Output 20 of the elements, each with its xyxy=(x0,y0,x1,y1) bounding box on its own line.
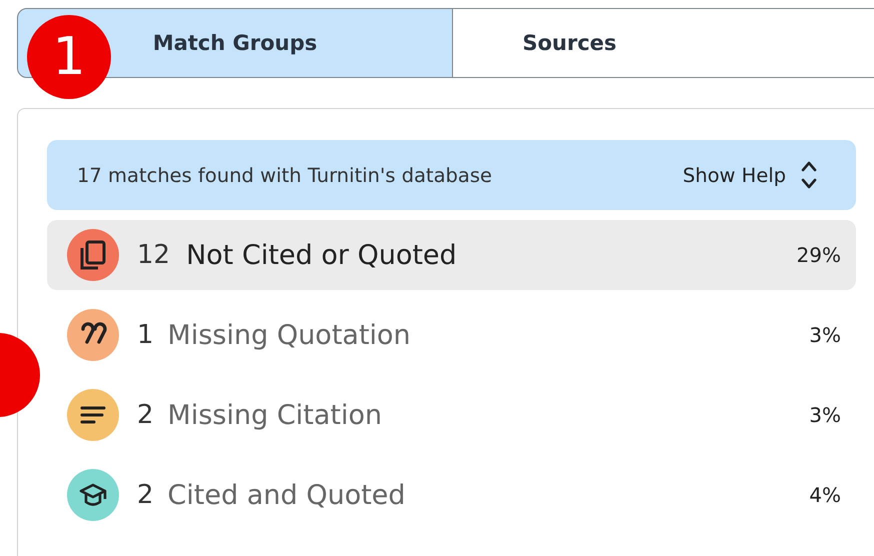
group-percent: 29% xyxy=(796,243,841,267)
tab[interactable]: Sources xyxy=(453,8,874,78)
match-group-item[interactable]: 2 Cited and Quoted 4% xyxy=(47,460,856,530)
match-group-item[interactable]: 1 Missing Quotation 3% xyxy=(47,300,856,370)
match-count: 1 xyxy=(137,320,154,350)
show-help-button[interactable]: Show Help xyxy=(682,159,818,191)
group-percent: 4% xyxy=(809,483,841,507)
match-count: 12 xyxy=(137,240,170,270)
match-count: 2 xyxy=(137,480,154,510)
match-group-item[interactable]: 12 Not Cited or Quoted 29% xyxy=(47,220,856,290)
match-summary: 17 matches found with Turnitin's database xyxy=(77,164,494,186)
match-group-item[interactable]: 2 Missing Citation 3% xyxy=(47,380,856,450)
group-label: Missing Citation xyxy=(168,400,384,430)
group-label: Missing Quotation xyxy=(168,320,412,350)
group-percent: 3% xyxy=(809,323,841,347)
group-label: Cited and Quoted xyxy=(168,480,406,510)
chevron-icon xyxy=(800,159,818,191)
group-label: Not Cited or Quoted xyxy=(186,240,458,270)
group-percent: 3% xyxy=(809,403,841,427)
match-count: 2 xyxy=(137,400,154,430)
